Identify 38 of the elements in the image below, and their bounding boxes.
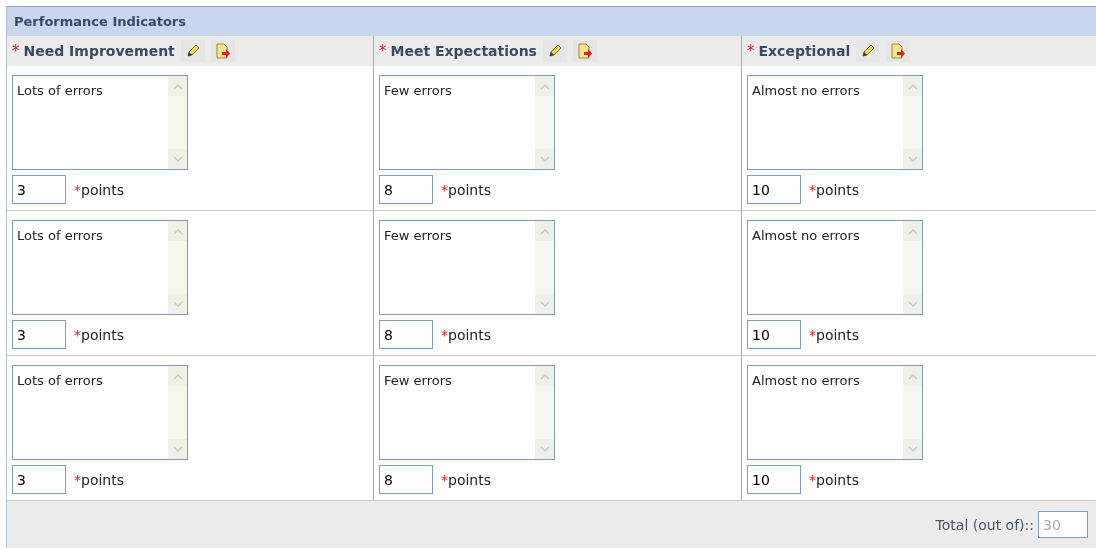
- pencil-icon: [546, 43, 563, 59]
- points-label: *points: [441, 326, 491, 343]
- panel-title: Performance Indicators: [7, 7, 1096, 36]
- points-field[interactable]: 10: [747, 175, 801, 204]
- points-label: *points: [441, 181, 491, 198]
- points-field[interactable]: 10: [747, 320, 801, 349]
- points-field[interactable]: 8: [379, 465, 433, 494]
- points-label: *points: [74, 181, 124, 198]
- required-marker: *: [747, 42, 755, 60]
- edit-button[interactable]: [542, 40, 567, 62]
- points-label: *points: [809, 326, 859, 343]
- points-label: *points: [441, 471, 491, 488]
- required-marker: *: [379, 42, 387, 60]
- points-label: *points: [809, 181, 859, 198]
- points-label: *points: [74, 471, 124, 488]
- points-field[interactable]: 10: [747, 465, 801, 494]
- edit-button[interactable]: [856, 40, 881, 62]
- pencil-icon: [184, 43, 201, 59]
- points-field[interactable]: 8: [379, 175, 433, 204]
- export-button[interactable]: [572, 40, 597, 62]
- column-title: Need Improvement: [23, 43, 175, 59]
- document-arrow-icon: [576, 42, 593, 60]
- points-label: *points: [74, 326, 124, 343]
- points-field[interactable]: 3: [12, 320, 66, 349]
- points-label: *points: [809, 471, 859, 488]
- column-title: Meet Expectations: [390, 43, 537, 59]
- document-arrow-icon: [214, 42, 231, 60]
- edit-button[interactable]: [180, 40, 205, 62]
- required-marker: *: [12, 42, 20, 60]
- pencil-icon: [860, 43, 877, 59]
- total-label: Total (out of)::: [935, 516, 1034, 533]
- export-button[interactable]: [886, 40, 911, 62]
- document-arrow-icon: [890, 42, 907, 60]
- export-button[interactable]: [210, 40, 235, 62]
- points-field[interactable]: 3: [12, 465, 66, 494]
- column-title: Exceptional: [758, 43, 851, 59]
- points-field[interactable]: 3: [12, 175, 66, 204]
- points-field[interactable]: 8: [379, 320, 433, 349]
